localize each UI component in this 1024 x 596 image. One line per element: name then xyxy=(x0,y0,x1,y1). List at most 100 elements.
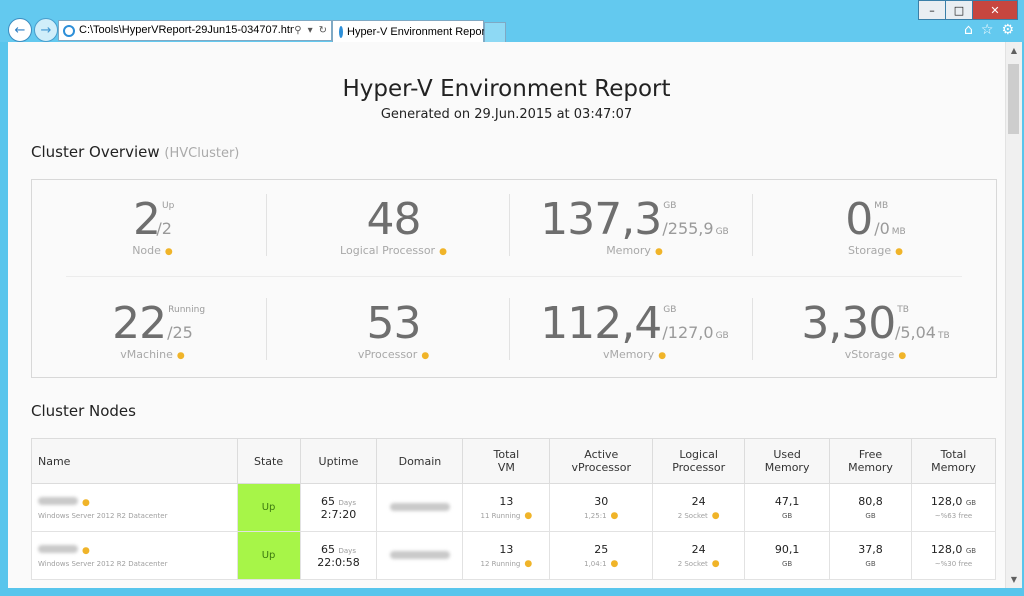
header-state[interactable]: State xyxy=(236,438,301,484)
uptime-time: 22:0:58 xyxy=(317,555,360,569)
storage-sup: MB xyxy=(874,201,889,211)
scroll-up-arrow-icon[interactable]: ▲ xyxy=(1006,46,1022,55)
maximize-button[interactable]: □ xyxy=(945,0,973,20)
dropdown-arrow-icon[interactable]: ▾ xyxy=(308,21,313,40)
vmemory-of: /127,0 xyxy=(662,323,714,342)
header-used-memory[interactable]: Used Memory xyxy=(744,438,831,484)
logical-processor-count: 24 xyxy=(691,542,706,556)
settings-gear-icon[interactable]: ⚙ xyxy=(1001,22,1014,38)
address-url[interactable]: C:\Tools\HyperVReport-29Jun15-034707.htm… xyxy=(79,21,294,40)
vmachine-sup: Running xyxy=(168,305,206,315)
node-used-memory: 47,1 GB xyxy=(744,483,831,532)
address-bar[interactable]: C:\Tools\HyperVReport-29Jun15-034707.htm… xyxy=(58,20,332,41)
header-name[interactable]: Name xyxy=(31,438,238,484)
header-domain[interactable]: Domain xyxy=(376,438,464,484)
info-dot-icon[interactable]: ● xyxy=(898,351,906,361)
forward-button[interactable]: → xyxy=(34,18,58,42)
header-total-memory-line2: Memory xyxy=(931,461,976,474)
home-icon[interactable]: ⌂ xyxy=(964,22,973,38)
redacted-domain xyxy=(389,551,450,559)
free-percent: ~%30 free xyxy=(934,559,973,568)
node-total-memory: 128,0 GB ~%63 free xyxy=(911,483,996,532)
header-total-memory[interactable]: Total Memory xyxy=(911,438,996,484)
vmemory-label: vMemory xyxy=(602,348,655,361)
active-vprocessor-value: 30 xyxy=(594,494,609,508)
back-button[interactable]: ← xyxy=(8,18,32,42)
favorites-star-icon[interactable]: ☆ xyxy=(981,22,994,38)
free-memory-value: 37,8 xyxy=(858,542,883,556)
header-active-vprocessor[interactable]: Active vProcessor xyxy=(549,438,654,484)
divider xyxy=(752,298,753,360)
table-header-row: Name State Uptime Domain Total VM Active v… xyxy=(31,438,996,484)
header-active-vprocessor-line1: Active xyxy=(584,448,619,461)
vertical-scrollbar[interactable]: ▲ ▼ xyxy=(1005,42,1022,588)
info-dot-icon[interactable]: ● xyxy=(421,351,429,361)
uptime-days: 65 xyxy=(321,542,335,556)
info-dot-icon[interactable]: ● xyxy=(82,498,90,508)
scroll-down-arrow-icon[interactable]: ▼ xyxy=(1006,575,1022,584)
socket-count: 2 Socket xyxy=(677,559,708,568)
active-vprocessor-value: 25 xyxy=(594,542,609,556)
redacted-hostname xyxy=(38,496,78,505)
scrollbar-thumb[interactable] xyxy=(1008,64,1019,134)
info-dot-icon[interactable]: ● xyxy=(895,247,903,257)
storage-unit: MB xyxy=(891,227,906,237)
close-window-button[interactable]: ✕ xyxy=(972,0,1018,20)
vstorage-unit: TB xyxy=(937,331,950,341)
info-dot-icon[interactable]: ● xyxy=(611,511,619,521)
divider xyxy=(266,194,267,256)
row-divider xyxy=(66,276,962,277)
node-uptime: 65 Days 22:0:58 xyxy=(299,531,378,580)
storage-of: /0 xyxy=(874,219,890,238)
node-os: Windows Server 2012 R2 Datacenter xyxy=(38,559,168,568)
memory-unit: GB xyxy=(715,227,729,237)
info-dot-icon[interactable]: ● xyxy=(712,559,720,569)
cluster-nodes-heading: Cluster Nodes xyxy=(31,402,136,420)
vstorage-sup: TB xyxy=(897,305,909,315)
storage-value: 0 xyxy=(845,194,873,245)
storage-label: Storage xyxy=(848,244,892,257)
free-percent: ~%63 free xyxy=(934,511,973,520)
header-free-memory[interactable]: Free Memory xyxy=(829,438,912,484)
search-icon[interactable]: ⚲ xyxy=(294,21,301,40)
vprocessor-ratio: 1,04:1 xyxy=(584,559,607,568)
browser-chrome: – □ ✕ ← → C:\Tools\HyperVReport-29Jun15-… xyxy=(0,0,1024,43)
node-free-memory: 80,8 GB xyxy=(829,483,912,532)
used-memory-value: 47,1 xyxy=(774,494,800,508)
minimize-button[interactable]: – xyxy=(918,0,946,20)
socket-count: 2 Socket xyxy=(677,511,708,520)
overview-logical-processor: 48 Logical Processor ● xyxy=(273,180,514,270)
cluster-nodes-table: Name State Uptime Domain Total VM Active v… xyxy=(31,438,996,580)
free-memory-value: 80,8 xyxy=(858,494,883,508)
info-dot-icon[interactable]: ● xyxy=(655,247,663,257)
info-dot-icon[interactable]: ● xyxy=(82,546,90,556)
total-memory-value: 128,0 xyxy=(930,542,963,556)
header-used-memory-line2: Memory xyxy=(764,461,810,474)
info-dot-icon[interactable]: ● xyxy=(439,247,447,257)
tab-report[interactable]: Hyper-V Environment Report ✕ xyxy=(332,20,497,42)
cluster-overview-heading: Cluster Overview (HVCluster) xyxy=(31,143,239,161)
info-dot-icon[interactable]: ● xyxy=(658,351,666,361)
refresh-icon[interactable]: ↻ xyxy=(319,21,327,40)
overview-vprocessor: 53 vProcessor ● xyxy=(273,284,514,374)
info-dot-icon[interactable]: ● xyxy=(165,247,173,257)
new-tab-button[interactable] xyxy=(484,22,506,43)
divider xyxy=(509,298,510,360)
header-logical-processor[interactable]: Logical Processor xyxy=(652,438,746,484)
header-used-memory-line1: Used xyxy=(773,448,801,461)
info-dot-icon[interactable]: ● xyxy=(524,511,532,521)
info-dot-icon[interactable]: ● xyxy=(712,511,720,521)
header-active-vprocessor-line2: vProcessor xyxy=(571,461,632,474)
header-total-vm-line2: VM xyxy=(497,461,515,474)
info-dot-icon[interactable]: ● xyxy=(524,559,532,569)
info-dot-icon[interactable]: ● xyxy=(177,351,185,361)
header-total-vm[interactable]: Total VM xyxy=(462,438,551,484)
header-uptime[interactable]: Uptime xyxy=(299,438,378,484)
vmemory-sup: GB xyxy=(663,305,677,315)
node-name-cell: ● Windows Server 2012 R2 Datacenter xyxy=(31,483,238,532)
vstorage-label: vStorage xyxy=(844,348,895,361)
used-memory-unit: GB xyxy=(781,559,793,568)
memory-value: 137,3 xyxy=(540,194,662,245)
divider xyxy=(509,194,510,256)
info-dot-icon[interactable]: ● xyxy=(611,559,619,569)
